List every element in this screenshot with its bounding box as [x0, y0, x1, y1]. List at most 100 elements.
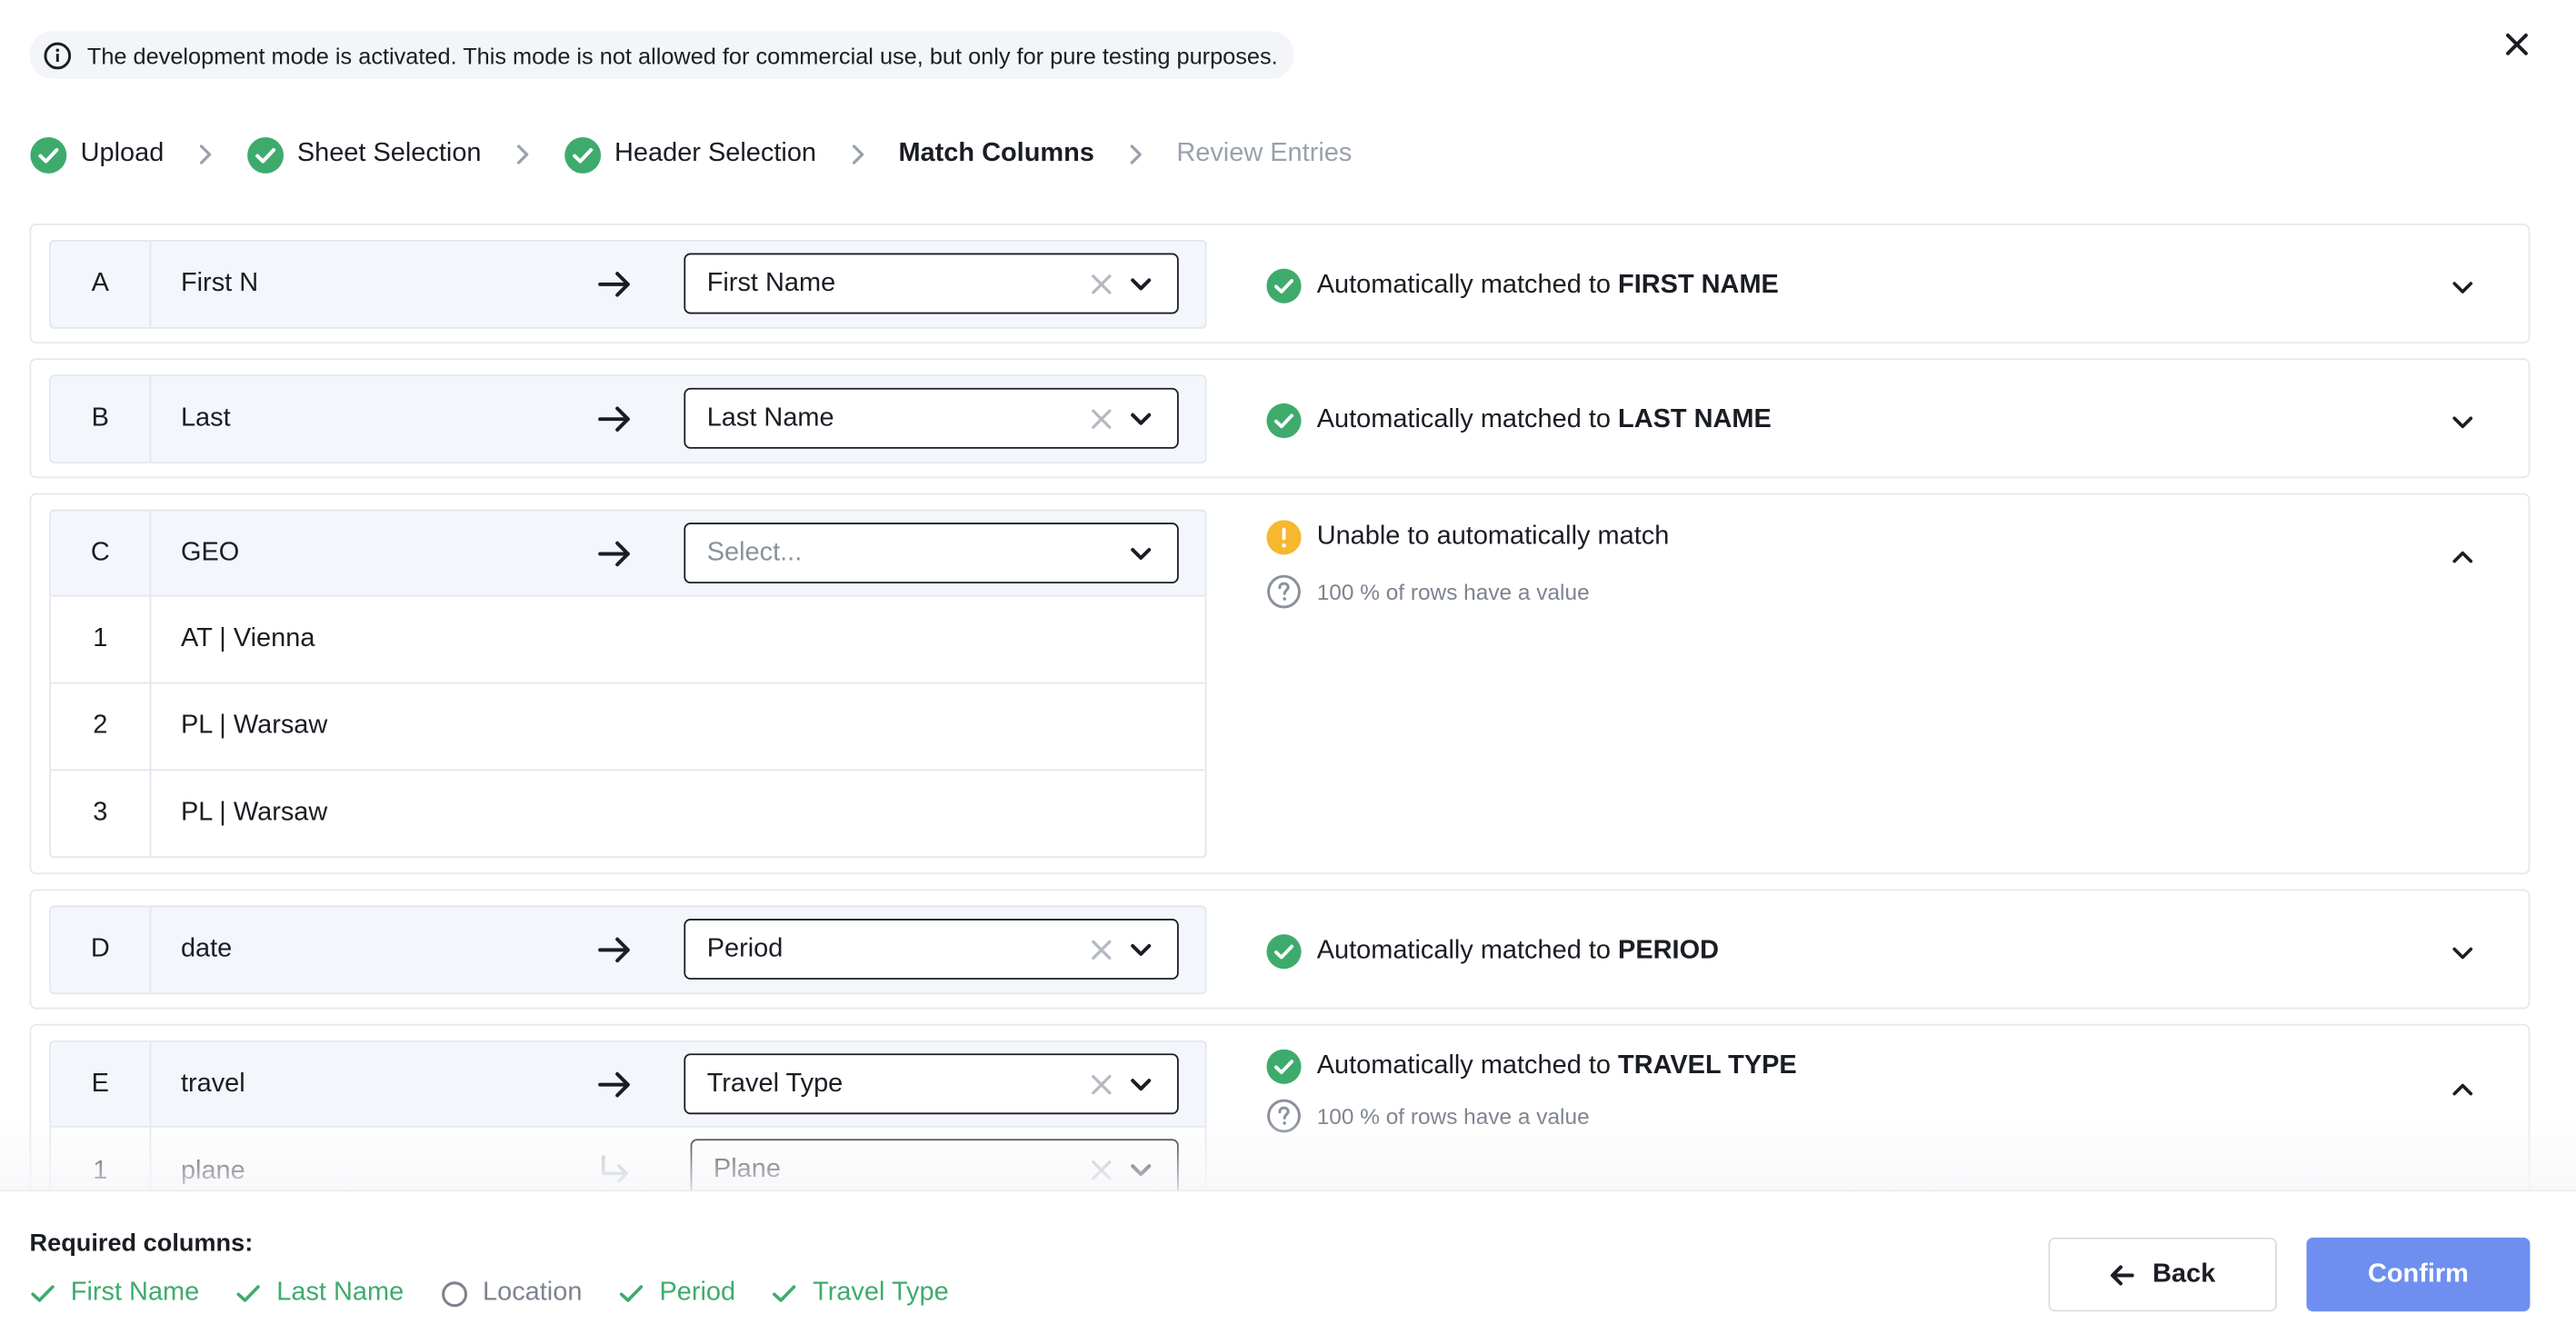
match-columns-page: The development mode is activated. This … — [0, 0, 2576, 1334]
status-target: PERIOD — [1618, 936, 1719, 965]
expand-row-button[interactable] — [2444, 404, 2481, 441]
chevron-down-icon[interactable] — [1128, 1157, 1154, 1183]
expand-row-button[interactable] — [2444, 270, 2481, 306]
column-header-row: C GEO Select... — [51, 511, 1205, 597]
status-target: LAST NAME — [1618, 405, 1772, 434]
step-label: Review Entries — [1176, 139, 1353, 168]
close-button[interactable] — [2497, 25, 2536, 64]
sample-value: PL | Warsaw — [180, 712, 328, 740]
clear-icon[interactable] — [1088, 1071, 1114, 1098]
footer-bar: Required columns: First Name Last Name L… — [0, 1190, 2576, 1334]
select-value: First Name — [706, 268, 836, 297]
required-column-item: Location — [440, 1279, 582, 1309]
chevron-right-icon — [849, 143, 865, 165]
dev-mode-text: The development mode is activated. This … — [86, 42, 1278, 69]
column-header-row: D date Period — [51, 907, 1205, 993]
select-value: Period — [706, 934, 784, 962]
required-column-label: Period — [659, 1279, 736, 1307]
column-header-row: B Last Last Name — [51, 376, 1205, 463]
column-letter: C — [51, 511, 152, 595]
required-column-item: Last Name — [235, 1279, 404, 1309]
expand-row-button[interactable] — [2444, 935, 2481, 971]
column-table: B Last Last Name — [49, 374, 1207, 464]
clear-icon[interactable] — [1088, 406, 1114, 433]
status-prefix: Automatically matched to — [1316, 405, 1611, 434]
sample-row-number: 2 — [51, 683, 152, 770]
required-columns-list: First Name Last Name Location Period Tra… — [30, 1279, 985, 1309]
info-icon — [44, 41, 72, 69]
arrow-right-icon — [598, 406, 630, 432]
dev-mode-banner: The development mode is activated. This … — [29, 31, 1294, 79]
match-status: Automatically matched to TRAVEL TYPE — [1266, 1049, 1797, 1085]
status-target: FIRST NAME — [1618, 271, 1779, 300]
target-column-select[interactable]: Select... — [684, 523, 1179, 584]
subdirectory-arrow-icon — [601, 1155, 628, 1183]
chevron-up-icon — [2452, 1083, 2473, 1096]
target-column-select[interactable]: Travel Type — [684, 1053, 1179, 1115]
select-placeholder: Select... — [706, 538, 803, 567]
exclamation-circle-icon — [1266, 520, 1302, 555]
status-text: Unable to automatically match — [1316, 523, 1670, 551]
arrow-right-icon — [598, 937, 630, 963]
chevron-down-icon — [2452, 282, 2473, 294]
chevron-down-icon[interactable] — [1128, 937, 1154, 963]
clear-icon[interactable] — [1088, 271, 1114, 297]
check-icon — [773, 1285, 797, 1302]
column-match-row-c: C GEO Select... 1 AT | Vienna 2 PL | War… — [29, 493, 2531, 875]
status-prefix: Automatically matched to — [1316, 271, 1611, 300]
clear-icon[interactable] — [1088, 937, 1114, 963]
step-header-selection: Header Selection — [564, 135, 816, 174]
required-column-label: First Name — [70, 1279, 200, 1307]
status-prefix: Automatically matched to — [1316, 1051, 1611, 1080]
close-icon — [2506, 33, 2528, 55]
check-circle-icon — [564, 136, 601, 173]
arrow-right-icon — [598, 272, 630, 297]
step-label: Header Selection — [614, 139, 817, 168]
check-circle-icon — [1266, 403, 1302, 439]
empty-circle-icon — [441, 1280, 467, 1307]
chevron-down-icon[interactable] — [1128, 541, 1154, 567]
clear-icon[interactable] — [1088, 1157, 1114, 1183]
chevron-down-icon[interactable] — [1128, 1071, 1154, 1098]
match-status: Automatically matched to FIRST NAME — [1266, 268, 1779, 304]
chevron-right-icon — [1127, 143, 1143, 165]
step-label: Sheet Selection — [296, 139, 482, 168]
column-header-row: A First N First Name — [51, 241, 1205, 327]
target-column-select[interactable]: Last Name — [684, 387, 1179, 449]
column-letter: A — [51, 241, 152, 327]
collapse-row-button[interactable] — [2444, 1071, 2481, 1108]
column-letter: B — [51, 376, 152, 463]
chevron-right-icon — [514, 143, 531, 165]
check-icon — [620, 1285, 644, 1302]
required-column-label: Location — [483, 1279, 583, 1307]
stepper: Upload Sheet Selection Header Selection … — [30, 133, 1353, 175]
fill-rate: 100 % of rows have a value — [1266, 1098, 1590, 1134]
collapse-row-button[interactable] — [2444, 539, 2481, 575]
chevron-down-icon[interactable] — [1128, 406, 1154, 433]
chevron-down-icon — [2452, 416, 2473, 429]
step-label: Upload — [80, 139, 165, 168]
column-table: A First N First Name — [49, 240, 1207, 329]
check-circle-icon — [1266, 934, 1302, 970]
column-header-row: E travel Travel Type — [51, 1041, 1205, 1128]
check-circle-icon — [1266, 268, 1302, 304]
column-table: C GEO Select... 1 AT | Vienna 2 PL | War… — [49, 509, 1207, 859]
status-prefix: Automatically matched to — [1316, 936, 1611, 965]
column-letter: E — [51, 1041, 152, 1126]
required-column-item: Period — [618, 1279, 735, 1309]
chevron-up-icon — [2452, 551, 2473, 563]
step-sheet-selection: Sheet Selection — [246, 135, 482, 174]
sample-row: 3 PL | Warsaw — [51, 771, 1205, 857]
target-column-select[interactable]: Period — [684, 919, 1179, 980]
arrow-left-icon — [2111, 1264, 2135, 1285]
chevron-down-icon — [2452, 947, 2473, 960]
confirm-button[interactable]: Confirm — [2306, 1237, 2531, 1312]
required-column-item: First Name — [30, 1279, 200, 1309]
back-button[interactable]: Back — [2048, 1237, 2277, 1312]
confirm-label: Confirm — [2367, 1259, 2469, 1289]
chevron-down-icon[interactable] — [1128, 271, 1154, 297]
check-circle-icon — [30, 136, 67, 173]
fill-rate-text: 100 % of rows have a value — [1316, 579, 1590, 604]
column-table: D date Period — [49, 905, 1207, 995]
target-column-select[interactable]: First Name — [684, 253, 1179, 314]
